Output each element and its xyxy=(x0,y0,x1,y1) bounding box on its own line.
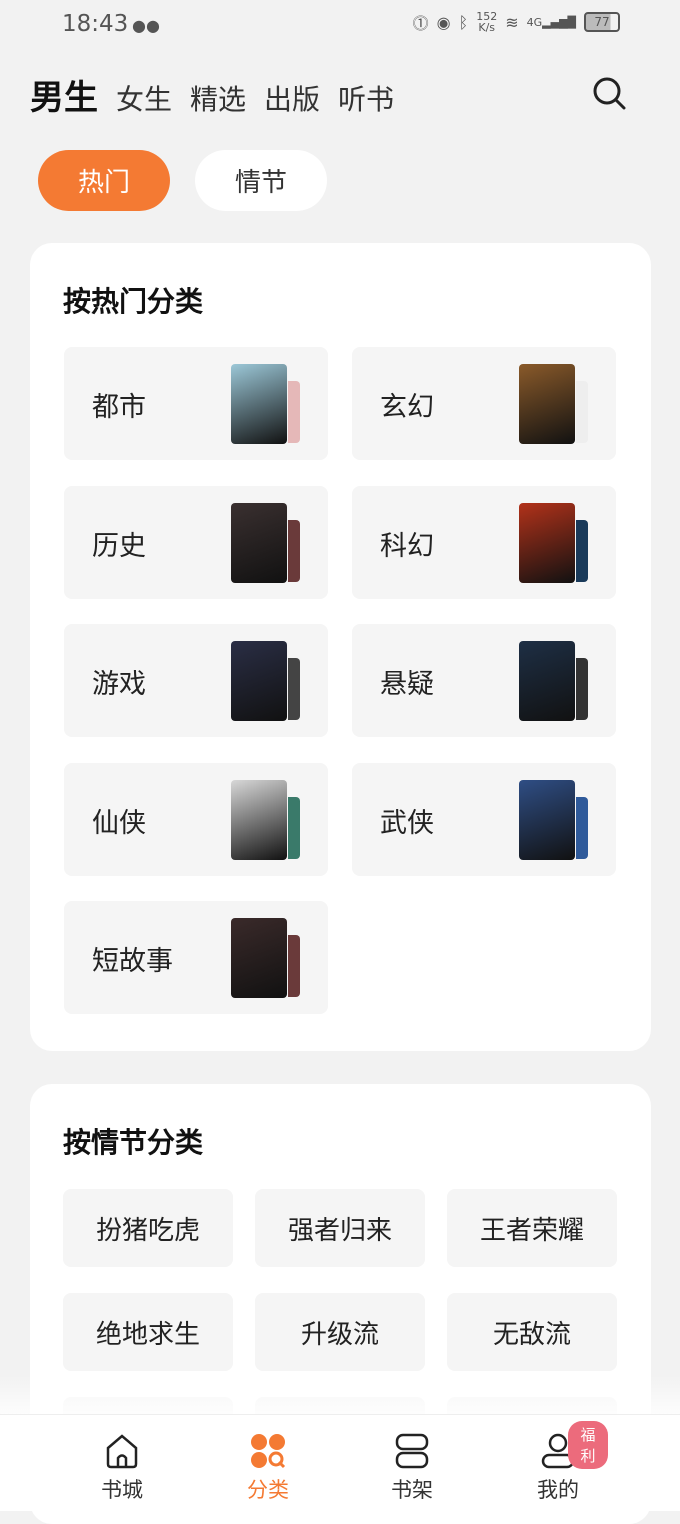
book-cover-back xyxy=(288,381,300,443)
bluetooth-icon: ᛒ xyxy=(458,12,469,32)
status-bar: 18:43 ●● ⓵ ◉ ᛒ 152 K/s ≋ 4G▂▄▆█ 77 xyxy=(0,0,680,52)
bookshelf-icon xyxy=(395,1433,429,1469)
plot-chip[interactable]: 扮猪吃虎 xyxy=(63,1189,233,1267)
book-cover-back xyxy=(288,658,300,720)
category-label: 玄幻 xyxy=(380,392,434,423)
book-cover xyxy=(231,641,287,721)
category-tile[interactable]: 玄幻 xyxy=(352,347,616,460)
data-saver-icon: ⓵ xyxy=(412,14,429,33)
book-cover xyxy=(519,641,575,721)
eye-icon: ◉ xyxy=(436,12,451,32)
plot-chip[interactable]: 无敌流 xyxy=(447,1293,617,1371)
category-label: 仙侠 xyxy=(92,807,146,839)
hot-category-title: 按热门分类 xyxy=(63,285,204,318)
book-cover-back xyxy=(576,381,588,443)
tab-audio[interactable]: 听书 xyxy=(338,78,394,118)
wechat-icon: ●● xyxy=(132,16,160,35)
category-label: 科幻 xyxy=(380,530,434,562)
book-cover-back xyxy=(288,796,300,859)
hot-category-card: 按热门分类 都市 玄幻历史 科幻游戏 悬疑仙侠 武侠短故事 xyxy=(30,243,651,1051)
category-icon xyxy=(251,1434,286,1469)
pill-hot[interactable]: 热门 xyxy=(38,150,170,211)
book-cover-back xyxy=(576,658,588,720)
category-label: 武侠 xyxy=(380,807,434,839)
plot-chip[interactable]: 升级流 xyxy=(255,1293,425,1371)
category-tile[interactable]: 游戏 xyxy=(64,624,328,737)
category-tile[interactable]: 科幻 xyxy=(352,485,616,599)
category-label: 短故事 xyxy=(92,946,173,977)
plot-chip[interactable]: 王者荣耀 xyxy=(447,1189,617,1267)
nav-bookshelf[interactable]: 书架 xyxy=(362,1431,462,1504)
battery-icon: 77 xyxy=(584,12,620,32)
nav-category[interactable]: 分类 xyxy=(218,1431,318,1504)
category-label: 都市 xyxy=(92,392,146,423)
category-tile[interactable]: 武侠 xyxy=(352,762,616,876)
book-cover xyxy=(519,502,575,583)
bottom-nav: 书城 分类 书架 福利 我的 xyxy=(0,1414,680,1511)
clock: 18:43 xyxy=(62,11,129,37)
net-speed: 152 K/s xyxy=(476,10,498,34)
book-cover xyxy=(231,364,287,444)
tab-published[interactable]: 出版 xyxy=(264,78,320,118)
category-tile[interactable]: 短故事 xyxy=(64,901,328,1014)
book-cover-back xyxy=(576,519,588,582)
book-cover xyxy=(231,918,287,998)
search-icon[interactable] xyxy=(592,76,626,110)
home-icon xyxy=(106,1434,138,1469)
nav-bookstore[interactable]: 书城 xyxy=(72,1431,172,1504)
category-tile[interactable]: 历史 xyxy=(64,485,328,599)
category-label: 悬疑 xyxy=(380,669,434,700)
book-cover xyxy=(231,502,287,583)
book-cover-back xyxy=(288,935,300,997)
tab-male[interactable]: 男生 xyxy=(30,70,98,119)
category-label: 游戏 xyxy=(92,669,146,700)
wifi-icon: ≋ xyxy=(505,12,519,32)
plot-category-title: 按情节分类 xyxy=(63,1126,204,1159)
plot-chip[interactable]: 绝地求生 xyxy=(63,1293,233,1371)
top-tabs: 男生 女生 精选 出版 听书 xyxy=(30,70,394,119)
category-tile[interactable]: 悬疑 xyxy=(352,624,616,737)
signal-icon: 4G▂▄▆█ xyxy=(526,15,576,29)
category-tile[interactable]: 仙侠 xyxy=(64,762,328,876)
category-tile[interactable]: 都市 xyxy=(64,347,328,460)
tab-female[interactable]: 女生 xyxy=(116,78,172,118)
book-cover xyxy=(519,364,575,444)
pill-plot[interactable]: 情节 xyxy=(195,150,327,211)
book-cover-back xyxy=(576,796,588,859)
plot-chip[interactable]: 强者归来 xyxy=(255,1189,425,1267)
book-cover-back xyxy=(288,519,300,582)
category-label: 历史 xyxy=(92,530,146,562)
book-cover xyxy=(519,779,575,860)
tab-featured[interactable]: 精选 xyxy=(190,78,246,118)
book-cover xyxy=(231,779,287,860)
nav-mine[interactable]: 福利 我的 xyxy=(508,1421,608,1504)
welfare-badge[interactable]: 福利 xyxy=(568,1421,608,1469)
